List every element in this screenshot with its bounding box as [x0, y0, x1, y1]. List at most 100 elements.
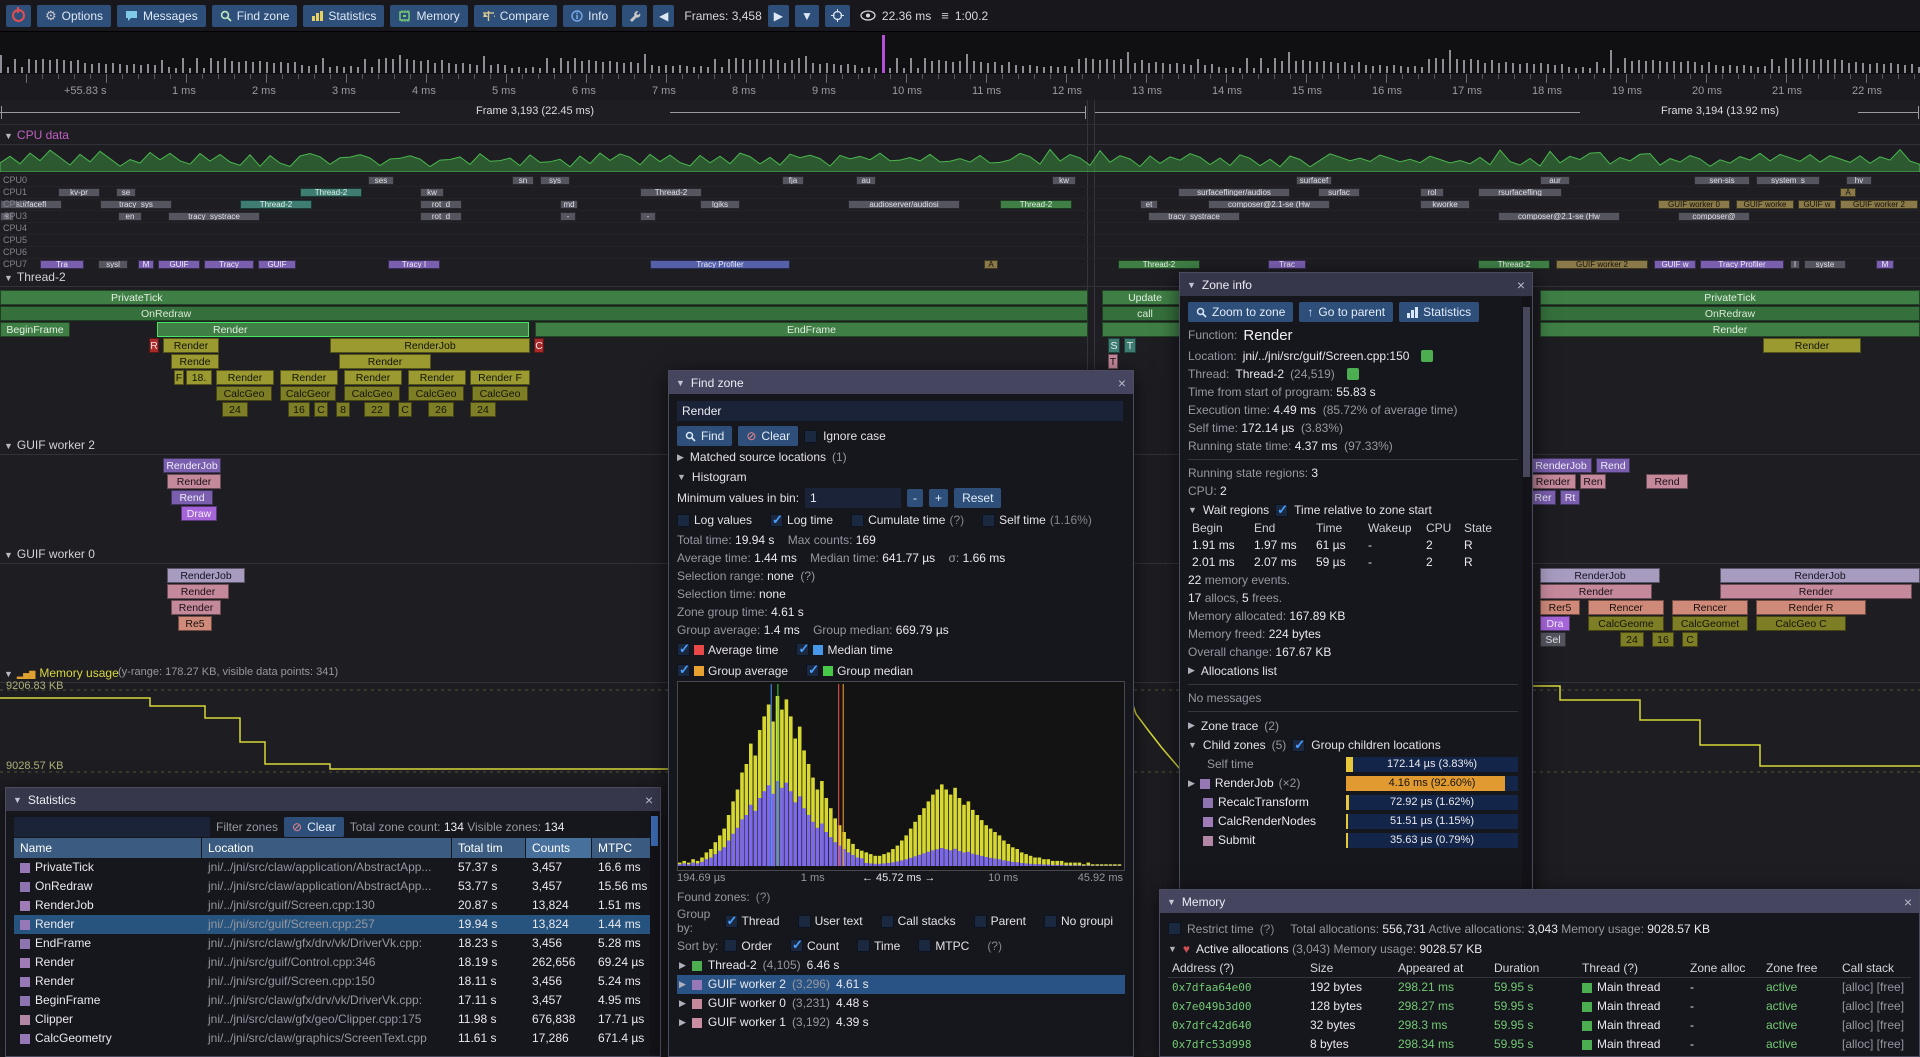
cpu-zone[interactable]: md — [560, 200, 578, 209]
zone-group-row[interactable]: ▶Thread-2(4,105)6.46 s — [677, 956, 1125, 975]
close-icon[interactable]: × — [1904, 895, 1912, 909]
collapse-icon[interactable]: ▼ — [4, 131, 13, 141]
column-header-address-[interactable]: Address (?) — [1168, 959, 1306, 977]
timeline-zone[interactable]: 16 — [288, 402, 310, 417]
cpu-zone[interactable]: A — [984, 260, 998, 269]
group-children-checkbox[interactable] — [1292, 739, 1305, 752]
cpu-zone[interactable]: ses — [368, 176, 394, 185]
table-row[interactable]: Renderjni/../jni/src/guif/Control.cpp:34… — [14, 953, 652, 972]
cpu-zone[interactable]: syste — [1804, 260, 1846, 269]
table-row[interactable]: OnRedrawjni/../jni/src/claw/application/… — [14, 877, 652, 896]
timeline-zone[interactable]: Render — [280, 370, 338, 385]
child-zone-row[interactable]: Self time172.14 µs (3.83%) — [1188, 755, 1518, 774]
cpu-zone[interactable]: M — [138, 260, 154, 269]
timeline-zone[interactable]: PrivateTick — [1540, 290, 1920, 305]
timeline-zone[interactable]: RenderJob — [1720, 568, 1920, 583]
timeline-zone[interactable]: 16 — [1652, 632, 1674, 647]
timeline-zone[interactable]: Render R — [1756, 600, 1866, 615]
cpu-zone[interactable]: kv-pr — [58, 188, 100, 197]
cpu-zone[interactable]: GUIF worker 2 — [1556, 260, 1648, 269]
column-header-thread-[interactable]: Thread (?) — [1578, 959, 1686, 977]
checkbox[interactable] — [677, 643, 690, 656]
memory-button[interactable]: Memory — [390, 5, 467, 27]
cpu-zone[interactable]: Tracy I — [388, 260, 440, 269]
histogram-plot[interactable] — [677, 681, 1125, 871]
statistics-table-header[interactable]: NameLocationTotal timCountsMTPC — [14, 838, 652, 858]
child-zone-row[interactable]: RecalcTransform72.92 µs (1.62%) — [1188, 793, 1518, 812]
timeline-zone[interactable]: Render — [1530, 474, 1576, 489]
timeline-zone[interactable]: CalcGeo — [216, 386, 272, 401]
timeline-zone[interactable]: BeginFrame — [0, 322, 70, 337]
zone-info-titlebar[interactable]: ▼ Zone info × — [1180, 273, 1532, 296]
collapse-icon[interactable]: ▼ — [4, 441, 13, 451]
checkbox[interactable] — [1044, 915, 1057, 928]
column-header-duration[interactable]: Duration — [1490, 959, 1578, 977]
table-row[interactable]: RenderJobjni/../jni/src/guif/Screen.cpp:… — [14, 896, 652, 915]
zone-group-row[interactable]: ▶GUIF worker 2(3,296)4.61 s — [677, 975, 1125, 994]
scrollbar[interactable] — [1522, 297, 1531, 905]
timeline-zone[interactable]: CalcGeo — [408, 386, 464, 401]
timeline-zone[interactable]: Rer — [1530, 490, 1556, 505]
cpu-zone[interactable]: rot_d — [420, 212, 462, 221]
column-header-size[interactable]: Size — [1306, 959, 1394, 977]
cpu-zone[interactable]: Tracy — [204, 260, 254, 269]
clear-filter-button[interactable]: ⊘Clear — [284, 817, 344, 837]
checkbox[interactable] — [725, 915, 738, 928]
find-zone-search-input[interactable]: Render — [677, 401, 1123, 421]
go-to-parent-button[interactable]: ↑Go to parent — [1299, 302, 1393, 322]
collapse-icon[interactable]: ▼ — [677, 472, 686, 482]
cpu-zone[interactable]: fja — [782, 176, 804, 185]
checkbox[interactable] — [798, 915, 811, 928]
timeline-zone[interactable]: Render — [339, 354, 431, 369]
allocation-row[interactable]: 0x7dfc53d9988 bytes298.34 ms59.95 sMain … — [1168, 1035, 1911, 1054]
cpu-zone[interactable]: composer@2.1-se (Hw — [1208, 200, 1330, 209]
option-self-time[interactable]: Self time(1.16%) — [982, 513, 1092, 527]
cpu-zone[interactable]: GUIF w — [1798, 200, 1836, 209]
timeline-zone[interactable]: CalcGeo — [472, 386, 528, 401]
cpu-zone[interactable]: Tra — [40, 260, 84, 269]
option-median-time[interactable]: Median time — [796, 643, 892, 657]
cpu-zone[interactable]: Thread-2 — [640, 188, 702, 197]
wait-region-row[interactable]: 2.01 ms2.07 ms59 µs-2R — [1188, 554, 1518, 571]
child-zone-row[interactable]: CalcRenderNodes51.51 µs (1.15%) — [1188, 812, 1518, 831]
timeline-zone[interactable]: Render — [408, 370, 466, 385]
cpu-zone[interactable]: rsurfacefling — [1478, 188, 1562, 197]
cpu-zone[interactable]: tracy_systrace — [1148, 212, 1240, 221]
next-frame-button[interactable]: ▶ — [768, 5, 789, 27]
cpu-row-cpu3[interactable]: CPU3sentracy_systracerot_d--tracy_systra… — [0, 210, 1920, 222]
cpu-zone[interactable]: en — [118, 212, 142, 221]
cpu-zone[interactable]: kw — [420, 188, 444, 197]
increase-button[interactable]: + — [929, 489, 948, 507]
close-icon[interactable]: × — [645, 793, 653, 807]
frame-markers-row[interactable]: Frame 3,193 (22.45 ms)Frame 3,194 (13.92… — [0, 100, 1920, 125]
wait-region-row[interactable]: 1.91 ms1.97 ms61 µs-2R — [1188, 537, 1518, 554]
timeline-zone[interactable]: Render — [163, 338, 219, 353]
cpu-row-cpu4[interactable]: CPU4 — [0, 222, 1920, 234]
cpu-zone[interactable]: tracy_sys — [100, 200, 172, 209]
timeline-zone[interactable]: C — [398, 402, 412, 417]
expand-icon[interactable]: ▶ — [1188, 720, 1195, 731]
checkbox[interactable] — [677, 664, 690, 677]
timeline-zone[interactable]: S — [1108, 338, 1120, 353]
cpu-zone[interactable]: rot_d — [420, 200, 462, 209]
timeline-zone[interactable]: CalcGeomet — [1672, 616, 1748, 631]
cpu-row-cpu1[interactable]: CPU1kv-prseThread-2kwThread-2surfaceflin… — [0, 186, 1920, 198]
option-user-text[interactable]: User text — [798, 914, 863, 928]
timeline-zone[interactable]: Rend — [1596, 458, 1630, 473]
allocation-row[interactable]: 0x7e049b3d00128 bytes298.27 ms59.95 sMai… — [1168, 997, 1911, 1016]
timeline-zone[interactable]: RenderJob — [163, 458, 221, 473]
timeline-zone[interactable]: 26 — [428, 402, 454, 417]
scrollbar[interactable] — [650, 812, 659, 1055]
cpu-zone[interactable]: M — [1876, 260, 1894, 269]
collapse-icon[interactable]: ▼ — [1187, 280, 1196, 290]
goto-frame-button[interactable] — [825, 5, 850, 27]
timeline-zone[interactable]: RenderJob — [167, 568, 245, 583]
table-row[interactable]: Renderjni/../jni/src/guif/Screen.cpp:257… — [14, 915, 652, 934]
options-button[interactable]: ⚙Options — [37, 5, 111, 27]
collapse-icon[interactable]: ▼ — [1168, 944, 1177, 954]
option-mtpc[interactable]: MTPC — [918, 939, 969, 953]
timeline-zone[interactable]: Render — [1763, 338, 1861, 353]
zoom-to-zone-button[interactable]: Zoom to zone — [1188, 302, 1293, 322]
timeline-zone[interactable]: C — [534, 338, 544, 353]
power-button[interactable] — [6, 5, 31, 27]
